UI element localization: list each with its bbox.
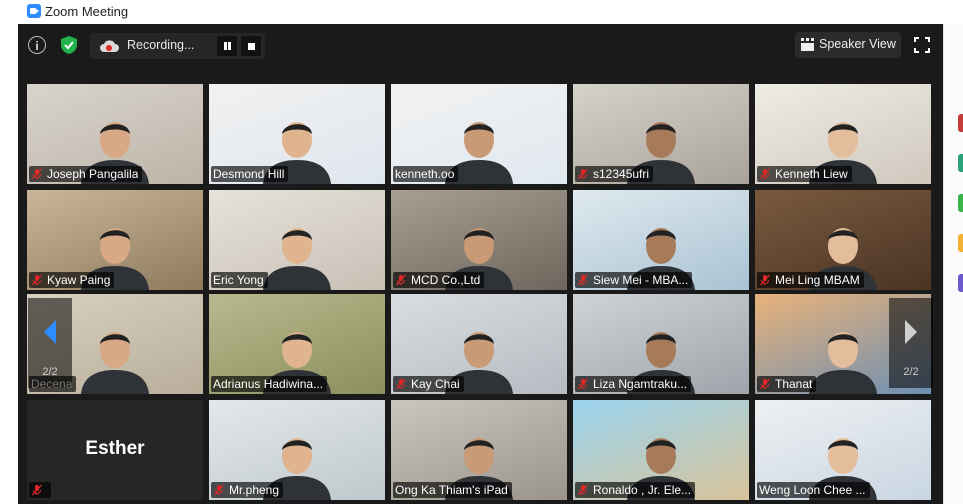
participant-name-tag: Mr.pheng bbox=[211, 482, 284, 498]
previous-page-button[interactable]: 2/2 bbox=[28, 298, 72, 388]
encryption-shield-icon[interactable] bbox=[58, 34, 80, 56]
participant-name: Liza Ngamtraku... bbox=[593, 377, 688, 391]
participant-name: Kyaw Paing bbox=[47, 273, 111, 287]
participant-tile[interactable]: s12345ufri bbox=[573, 84, 749, 184]
pause-recording-button[interactable] bbox=[217, 36, 237, 56]
participant-tile[interactable]: Mei Ling MBAM bbox=[755, 190, 931, 290]
participant-tile[interactable]: Liza Ngamtraku... bbox=[573, 294, 749, 394]
participant-tile[interactable]: Ong Ka Thiam's iPad bbox=[391, 400, 567, 500]
participant-tile[interactable]: kenneth.oo bbox=[391, 84, 567, 184]
chevron-right-icon bbox=[905, 320, 917, 344]
zoom-app-icon bbox=[27, 4, 41, 18]
participant-tile[interactable]: Ronaldo , Jr. Ele... bbox=[573, 400, 749, 500]
participant-name-tag: Siew Mei - MBA... bbox=[575, 272, 693, 288]
participant-tile[interactable]: Kyaw Paing bbox=[27, 190, 203, 290]
participant-name-tag: Desmond Hill bbox=[211, 166, 289, 182]
participant-name: Desmond Hill bbox=[213, 167, 285, 181]
participant-name-tag bbox=[29, 482, 51, 498]
participant-tile[interactable]: Kay Chai bbox=[391, 294, 567, 394]
meeting-window: i Recording... Speaker View Joseph Panga… bbox=[18, 24, 943, 504]
participant-tile[interactable]: Kenneth Liew bbox=[755, 84, 931, 184]
muted-mic-icon bbox=[396, 274, 406, 286]
muted-mic-icon bbox=[32, 484, 42, 496]
participant-name: Thanat bbox=[775, 377, 813, 391]
participant-name: kenneth.oo bbox=[395, 167, 455, 181]
participant-name-tag: kenneth.oo bbox=[393, 166, 459, 182]
page-indicator-right: 2/2 bbox=[903, 366, 919, 378]
participant-tile[interactable]: Joseph Pangalila bbox=[27, 84, 203, 184]
participant-name-tag: Kyaw Paing bbox=[29, 272, 115, 288]
participant-tile[interactable]: Esther bbox=[27, 400, 203, 500]
muted-mic-icon bbox=[578, 274, 588, 286]
participant-name-tag: Adrianus Hadiwina... bbox=[211, 376, 328, 392]
participant-name-tag: Mei Ling MBAM bbox=[757, 272, 864, 288]
participant-silhouette bbox=[81, 332, 149, 394]
recording-indicator: Recording... bbox=[90, 33, 265, 59]
muted-mic-icon bbox=[578, 168, 588, 180]
fullscreen-icon[interactable] bbox=[914, 37, 930, 53]
muted-mic-icon bbox=[32, 274, 42, 286]
muted-mic-icon bbox=[760, 168, 770, 180]
muted-mic-icon bbox=[578, 378, 588, 390]
participant-name: Mei Ling MBAM bbox=[775, 273, 860, 287]
participant-name: s12345ufri bbox=[593, 167, 650, 181]
meeting-info-icon[interactable]: i bbox=[28, 36, 46, 54]
participant-name: Ronaldo , Jr. Ele... bbox=[593, 483, 692, 497]
participant-tile[interactable]: Weng Loon Chee ... bbox=[755, 400, 931, 500]
participant-name-tag: Kay Chai bbox=[393, 376, 464, 392]
participant-name: Weng Loon Chee ... bbox=[759, 483, 866, 497]
participant-name-tag: Weng Loon Chee ... bbox=[757, 482, 870, 498]
next-page-button[interactable]: 2/2 bbox=[889, 298, 933, 388]
stop-recording-button[interactable] bbox=[241, 36, 261, 56]
background-app-marker bbox=[958, 274, 963, 292]
window-title: Zoom Meeting bbox=[45, 4, 129, 19]
meeting-toolbar: i Recording... Speaker View bbox=[18, 24, 943, 68]
background-app-strip bbox=[943, 24, 963, 504]
background-app-marker bbox=[958, 154, 963, 172]
title-bar: Zoom Meeting bbox=[0, 0, 963, 24]
participant-name-tag: s12345ufri bbox=[575, 166, 654, 182]
muted-mic-icon bbox=[760, 274, 770, 286]
participant-name: Kenneth Liew bbox=[775, 167, 848, 181]
participant-name: Ong Ka Thiam's iPad bbox=[395, 483, 508, 497]
background-app-marker bbox=[958, 234, 963, 252]
participant-tile[interactable]: Siew Mei - MBA... bbox=[573, 190, 749, 290]
speaker-view-icon bbox=[801, 38, 814, 51]
muted-mic-icon bbox=[578, 484, 588, 496]
participant-display-name: Esther bbox=[85, 438, 145, 459]
participant-name: Siew Mei - MBA... bbox=[593, 273, 689, 287]
muted-mic-icon bbox=[214, 484, 224, 496]
participant-name-tag: Thanat bbox=[757, 376, 817, 392]
chevron-left-icon bbox=[44, 320, 56, 344]
participant-name-tag: Eric Yong bbox=[211, 272, 268, 288]
background-app-marker bbox=[958, 114, 963, 132]
participant-name-tag: MCD Co.,Ltd bbox=[393, 272, 485, 288]
recording-label: Recording... bbox=[127, 38, 195, 52]
participant-tile[interactable]: Eric Yong bbox=[209, 190, 385, 290]
participant-tile[interactable]: Adrianus Hadiwina... bbox=[209, 294, 385, 394]
muted-mic-icon bbox=[396, 378, 406, 390]
participant-name-tag: Kenneth Liew bbox=[757, 166, 852, 182]
participant-name: Joseph Pangalila bbox=[47, 167, 139, 181]
participant-name-tag: Ronaldo , Jr. Ele... bbox=[575, 482, 696, 498]
muted-mic-icon bbox=[32, 168, 42, 180]
muted-mic-icon bbox=[760, 378, 770, 390]
participant-name: Adrianus Hadiwina... bbox=[213, 377, 324, 391]
participant-tile[interactable]: Mr.pheng bbox=[209, 400, 385, 500]
participant-name-tag: Joseph Pangalila bbox=[29, 166, 143, 182]
participant-name-tag: Ong Ka Thiam's iPad bbox=[393, 482, 512, 498]
speaker-view-button[interactable]: Speaker View bbox=[795, 32, 901, 58]
participant-name-tag: Liza Ngamtraku... bbox=[575, 376, 692, 392]
background-app-marker bbox=[958, 194, 963, 212]
participant-name: Mr.pheng bbox=[229, 483, 280, 497]
page-indicator-left: 2/2 bbox=[42, 366, 58, 378]
participant-name: Kay Chai bbox=[411, 377, 460, 391]
participant-silhouette bbox=[263, 228, 331, 290]
participant-name: MCD Co.,Ltd bbox=[411, 273, 481, 287]
cloud-recording-icon bbox=[100, 40, 119, 52]
speaker-view-label: Speaker View bbox=[819, 37, 896, 51]
participant-name: Eric Yong bbox=[213, 273, 264, 287]
participant-tile[interactable]: MCD Co.,Ltd bbox=[391, 190, 567, 290]
participant-tile[interactable]: Desmond Hill bbox=[209, 84, 385, 184]
